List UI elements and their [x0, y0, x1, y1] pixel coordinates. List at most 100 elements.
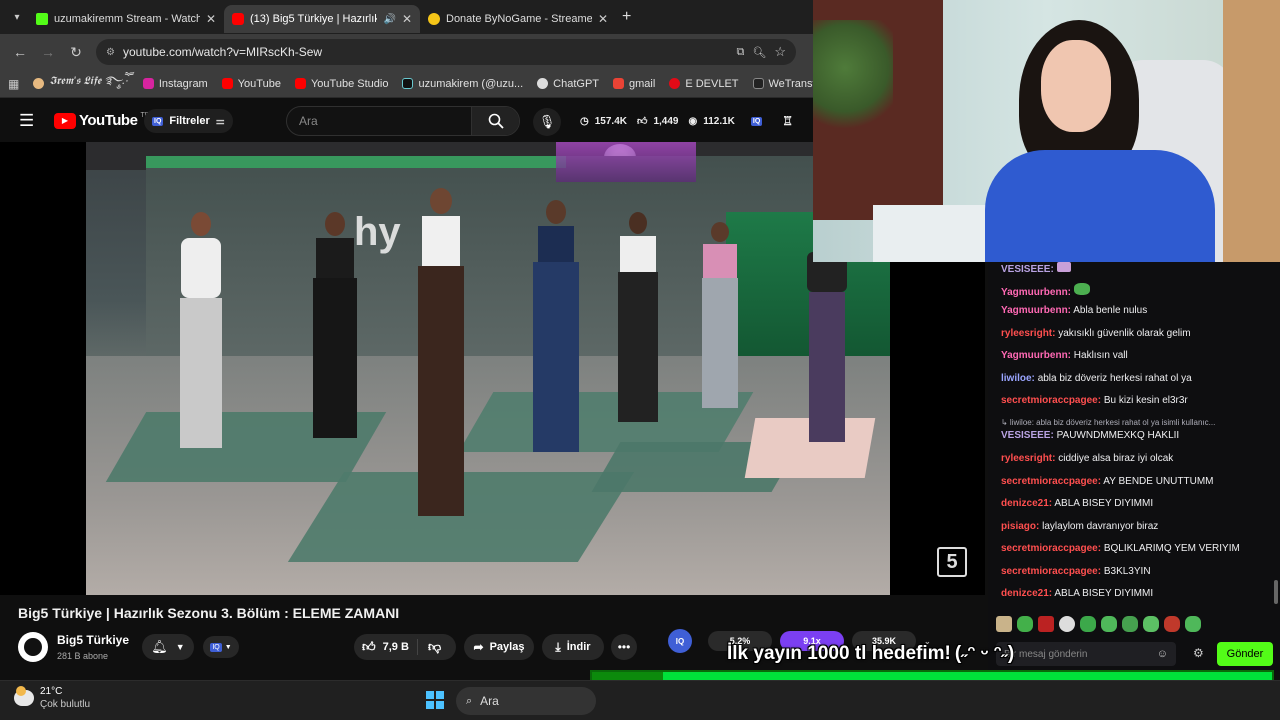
zoom-icon[interactable]: 🔍︎	[752, 46, 766, 59]
bookmark-youtube-studio[interactable]: YouTube Studio	[294, 78, 388, 90]
emote-icon[interactable]	[1143, 616, 1159, 632]
chat-username[interactable]: denizce21:	[1001, 588, 1052, 599]
windows-taskbar: 21°C Çok bulutlu ⌕ Ara	[0, 680, 1280, 720]
tab-bynogame[interactable]: Donate ByNoGame - Streamer S ✕	[420, 5, 616, 33]
youtube-favicon-icon	[232, 13, 244, 25]
channel-name[interactable]: Big5 Türkiye	[57, 633, 129, 647]
filters-button[interactable]: IQ Filtreler ⚌	[144, 109, 233, 133]
emoji-icon[interactable]: ☺	[1157, 648, 1168, 660]
chat-username[interactable]: ryleesright:	[1001, 453, 1055, 464]
url-field[interactable]: ⚙ youtube.com/watch?v=MIRscKh-Sew ⧉ 🔍︎ ☆	[96, 39, 796, 65]
tab-list-icon[interactable]: ▾	[6, 12, 28, 23]
chat-scrollbar[interactable]	[1274, 580, 1278, 604]
send-button[interactable]: Gönder	[1217, 642, 1273, 666]
iq-extension-button[interactable]: IQ ▼	[203, 636, 239, 658]
chat-username[interactable]: VESISEEE:	[1001, 264, 1054, 275]
emote-icon[interactable]	[1122, 616, 1138, 632]
close-icon[interactable]: ✕	[598, 12, 608, 26]
emote-icon[interactable]	[1017, 616, 1033, 632]
bookmark-label: E DEVLET	[685, 77, 739, 90]
chat-settings-icon[interactable]: ⚙	[1193, 646, 1204, 660]
emote-icon[interactable]	[1164, 616, 1180, 632]
chat-username[interactable]: denizce21:	[1001, 498, 1052, 509]
bookmark-youtube[interactable]: YouTube	[221, 78, 281, 90]
weather-widget[interactable]: 21°C Çok bulutlu	[14, 685, 90, 711]
reload-icon[interactable]: ↻	[62, 44, 90, 61]
chat-username[interactable]: secretmioraccpagee:	[1001, 476, 1101, 487]
more-actions-button[interactable]: •••	[611, 634, 637, 660]
chat-input[interactable]: Bir mesaj gönderin ☺	[996, 642, 1176, 666]
bookmark-instagram[interactable]: Instagram	[142, 78, 208, 90]
install-app-icon[interactable]: ⧉	[737, 46, 745, 59]
emote-icon[interactable]	[996, 616, 1012, 632]
voice-search-icon[interactable]: 🎙︎	[533, 108, 561, 136]
chat-username[interactable]: VESISEEE:	[1001, 430, 1054, 441]
filter-sliders-icon: ⚌	[215, 115, 225, 127]
dislike-button[interactable]: 👎︎	[418, 639, 441, 655]
chat-message: ryleesright: ciddiye alsa biraz iyi olca…	[1001, 453, 1173, 464]
forward-icon[interactable]: →	[34, 44, 62, 60]
chat-text: PAUWNDMMEXKQ HAKLII	[1056, 430, 1180, 441]
chat-username[interactable]: secretmioraccpagee:	[1001, 543, 1101, 554]
tab-title: Donate ByNoGame - Streamer S	[446, 13, 592, 25]
goal-label: İlk yayın 1000 tl hedefim!	[727, 643, 951, 664]
bookmark-star-icon[interactable]: ☆	[774, 44, 786, 60]
chat-username[interactable]: Yagmuurbenn:	[1001, 305, 1071, 316]
channel-avatar[interactable]	[18, 632, 48, 662]
chat-username[interactable]: pisiago:	[1001, 521, 1039, 532]
e-devlet-icon	[669, 78, 681, 89]
windows-start-icon[interactable]	[426, 691, 444, 709]
emote-icon[interactable]	[1101, 616, 1117, 632]
iq-icon[interactable]: IQ	[668, 629, 692, 653]
bookmark-irems-life[interactable]: 𝕴𝖗𝖊𝖒'𝖘 𝕷𝖎𝖋𝖊 ࿐ཽ༵.·	[33, 70, 129, 97]
video-frame[interactable]: hy	[86, 142, 890, 595]
bookmark-e-devlet[interactable]: E DEVLET	[669, 77, 739, 90]
speaker-icon[interactable]: 🔊	[383, 14, 395, 25]
subscription-bell-button[interactable]: 🔔︎ ▼	[142, 634, 194, 660]
search-button[interactable]	[471, 107, 519, 135]
youtube-logo[interactable]: ▶ YouTube TR	[54, 112, 150, 129]
site-info-icon[interactable]: ⚙	[106, 47, 115, 58]
bookmark-wetransfer[interactable]: WeTransfe	[752, 78, 815, 90]
chat-username[interactable]: Yagmuurbenn:	[1001, 287, 1071, 298]
iq-icon[interactable]: IQ	[750, 116, 763, 126]
download-icon: ⤓	[555, 639, 561, 654]
eye-icon: ◉	[688, 115, 698, 127]
tab-youtube[interactable]: (13) Big5 Türkiye | Hazırlık S 🔊 ✕	[224, 5, 420, 33]
chat-text: Haklısın vall	[1073, 350, 1128, 361]
chat-username[interactable]: secretmioraccpagee:	[1001, 566, 1101, 577]
chat-text: abla biz döveriz herkesi rahat ol ya	[1037, 373, 1192, 384]
bookmark-chatgpt[interactable]: ChatGPT	[537, 78, 599, 90]
chat-username[interactable]: liwiloe:	[1001, 373, 1035, 384]
emote-icon[interactable]	[1080, 616, 1096, 632]
trophy-icon[interactable]: ♖	[782, 114, 793, 128]
close-icon[interactable]: ✕	[206, 12, 216, 26]
taskbar-search[interactable]: ⌕ Ara	[456, 687, 596, 715]
chat-username[interactable]: ryleesright:	[1001, 328, 1055, 339]
chat-username[interactable]: Yagmuurbenn:	[1001, 350, 1071, 361]
new-tab-button[interactable]: +	[622, 8, 631, 26]
search-input[interactable]: Ara	[299, 114, 471, 128]
bookmark-tiktok[interactable]: uzumakirem (@uzu...	[402, 78, 523, 90]
apps-grid-icon[interactable]: ▦	[8, 77, 19, 91]
like-button[interactable]: 👍︎ 7,9 B	[354, 639, 418, 655]
tab-kick[interactable]: uzumakiremm Stream - Watch L ✕	[28, 5, 224, 33]
emote-icon[interactable]	[1185, 616, 1201, 632]
emote-icon[interactable]	[1038, 616, 1054, 632]
search-box[interactable]: Ara	[286, 106, 520, 136]
share-button[interactable]: ➦ Paylaş	[464, 634, 534, 660]
youtube-logo-text: YouTube	[79, 112, 138, 129]
back-icon[interactable]: ←	[6, 44, 34, 60]
bookmark-gmail[interactable]: gmail	[613, 78, 655, 90]
emote-icon[interactable]	[1059, 616, 1075, 632]
close-icon[interactable]: ✕	[402, 12, 412, 26]
download-button[interactable]: ⤓ İndir	[542, 634, 604, 660]
taskbar-search-label: Ara	[480, 694, 499, 708]
dancer-figure	[802, 252, 852, 462]
thumbs-up-icon: 👍︎	[362, 639, 376, 654]
chat-text: laylaylom davranıyor biraz	[1042, 521, 1159, 532]
menu-icon[interactable]: ☰	[19, 112, 34, 130]
chat-username[interactable]: secretmioraccpagee:	[1001, 395, 1101, 406]
chat-message: secretmioraccpagee: Bu kizi kesin el3r3r	[1001, 395, 1188, 406]
browser-tab-bar: ▾ uzumakiremm Stream - Watch L ✕ (13) Bi…	[0, 0, 815, 34]
